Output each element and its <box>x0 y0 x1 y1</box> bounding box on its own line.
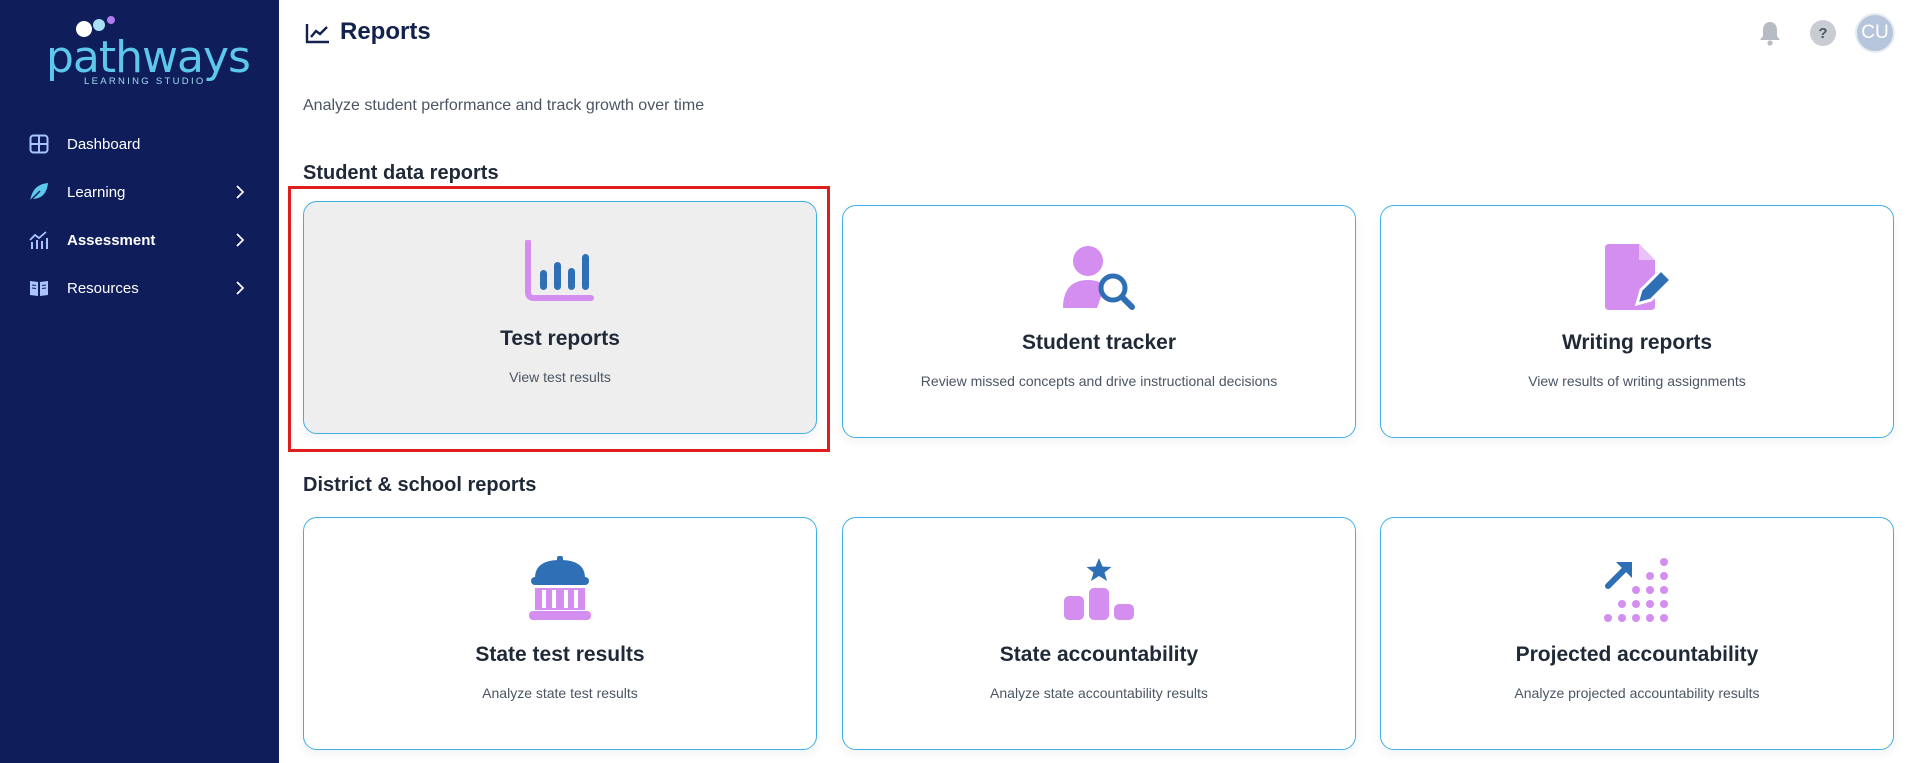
book-icon <box>28 277 50 299</box>
card-writing-reports[interactable]: Writing reports View results of writing … <box>1380 205 1894 438</box>
card-projected-accountability[interactable]: Projected accountability Analyze project… <box>1380 517 1894 750</box>
section-title-student-data: Student data reports <box>303 162 499 184</box>
sidebar-item-label: Resources <box>67 279 139 297</box>
notification-bell-icon[interactable] <box>1756 19 1784 47</box>
trend-arrow-dots-icon <box>1597 556 1677 636</box>
card-title: Writing reports <box>1561 331 1713 354</box>
sidebar-item-resources[interactable]: Resources <box>0 264 279 312</box>
card-description: Analyze state accountability results <box>990 685 1208 701</box>
sidebar-nav: Dashboard Learning Assessment Resources <box>0 120 279 312</box>
card-title: State accountability <box>999 643 1199 666</box>
card-student-tracker[interactable]: Student tracker Review missed concepts a… <box>842 205 1356 438</box>
bar-chart-icon <box>520 240 600 320</box>
user-avatar[interactable]: CU <box>1855 13 1895 53</box>
line-chart-icon <box>305 24 329 44</box>
logo-tagline: LEARNING STUDIO <box>84 76 206 87</box>
sidebar: pathways LEARNING STUDIO Dashboard Learn… <box>0 0 279 763</box>
sidebar-item-label: Learning <box>67 183 126 201</box>
sidebar-item-assessment[interactable]: Assessment <box>0 216 279 264</box>
card-title: Projected accountability <box>1515 643 1759 666</box>
chevron-right-icon <box>236 281 245 295</box>
sidebar-item-dashboard[interactable]: Dashboard <box>0 120 279 168</box>
card-description: View test results <box>509 369 611 385</box>
page-subtitle: Analyze student performance and track gr… <box>303 97 705 114</box>
grid-icon <box>28 133 50 155</box>
card-description: Review missed concepts and drive instruc… <box>920 373 1278 389</box>
card-title: State test results <box>475 643 645 666</box>
section-title-district-school: District & school reports <box>303 474 537 496</box>
card-description: Analyze state test results <box>482 685 638 701</box>
card-description: View results of writing assignments <box>1528 373 1746 389</box>
sidebar-item-learning[interactable]: Learning <box>0 168 279 216</box>
card-description: Analyze projected accountability results <box>1514 685 1760 701</box>
sidebar-item-label: Assessment <box>67 231 156 249</box>
card-state-accountability[interactable]: State accountability Analyze state accou… <box>842 517 1356 750</box>
podium-star-icon <box>1059 556 1139 636</box>
document-pencil-icon <box>1597 244 1677 324</box>
chart-icon <box>28 229 50 251</box>
card-test-reports[interactable]: Test reports View test results <box>303 201 817 434</box>
sidebar-item-label: Dashboard <box>67 135 141 153</box>
card-title: Student tracker <box>1021 331 1177 354</box>
chevron-right-icon <box>236 185 245 199</box>
chevron-right-icon <box>236 233 245 247</box>
capitol-building-icon <box>520 556 600 636</box>
pathways-logo[interactable]: pathways LEARNING STUDIO <box>44 10 251 87</box>
page-title: Reports <box>340 18 431 45</box>
card-state-test-results[interactable]: State test results Analyze state test re… <box>303 517 817 750</box>
student-search-icon <box>1059 244 1139 324</box>
leaf-icon <box>28 181 50 203</box>
help-button[interactable]: ? <box>1810 20 1836 46</box>
card-title: Test reports <box>500 327 620 350</box>
